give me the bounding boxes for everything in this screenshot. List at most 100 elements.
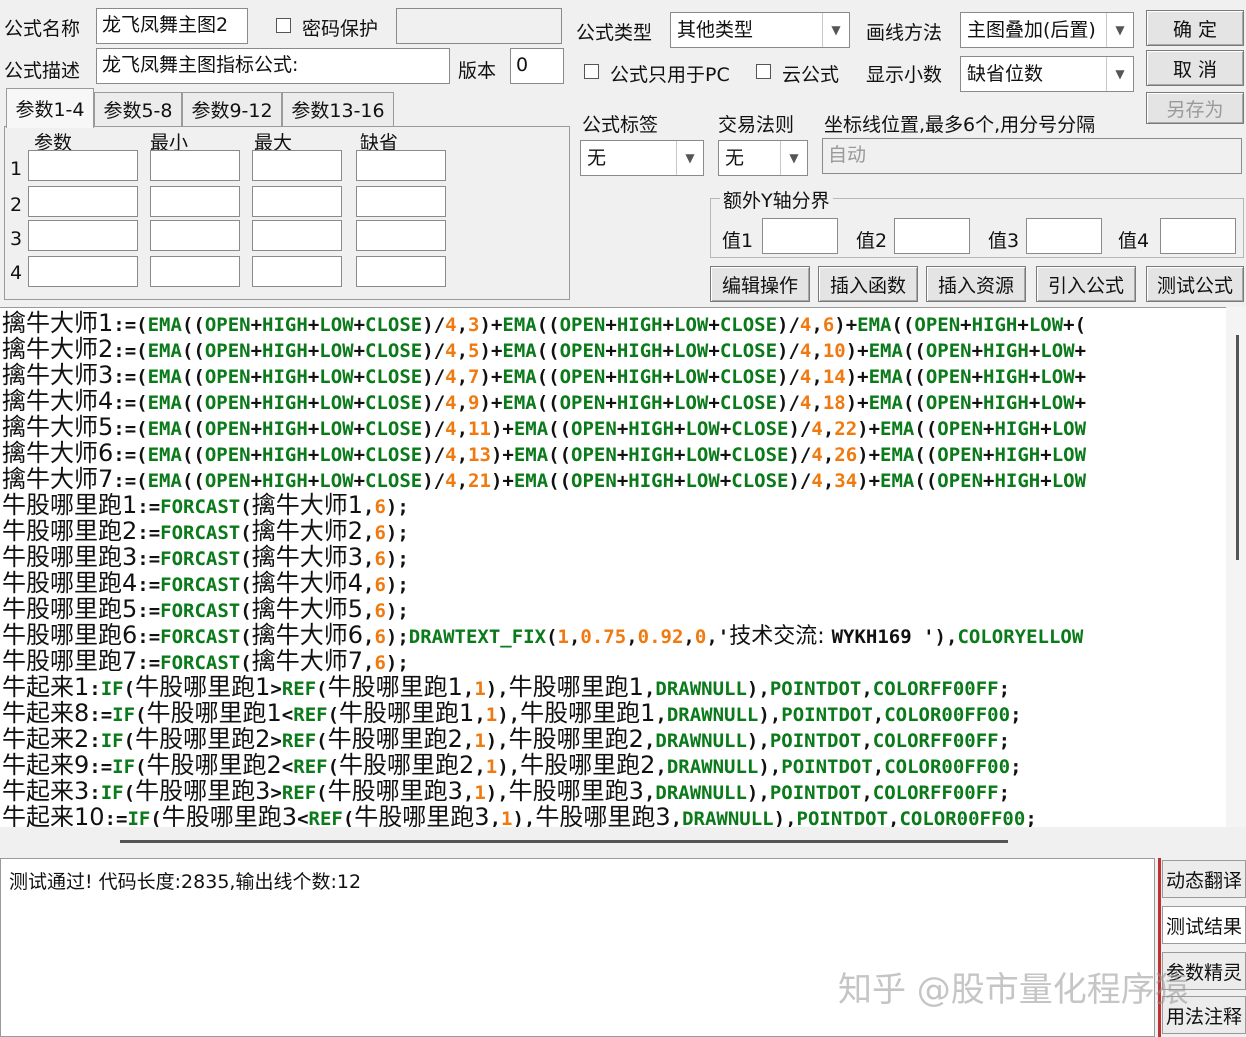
code-token: ,: [456, 340, 469, 362]
import-formula-button[interactable]: 引入公式: [1036, 266, 1136, 302]
formula-name-input[interactable]: 龙飞凤舞主图2: [96, 8, 248, 44]
code-token: )+: [479, 392, 503, 414]
code-token: FORCAST: [160, 574, 241, 596]
code-token: 牛股哪里跑1: [146, 699, 282, 727]
param-name-input-2[interactable]: [28, 186, 138, 217]
cancel-button[interactable]: 取 消: [1146, 50, 1244, 86]
param-min-input-2[interactable]: [150, 186, 240, 217]
test-result-button[interactable]: 测试结果: [1162, 906, 1246, 944]
code-token: 牛股哪里跑3: [135, 777, 271, 805]
param-name-input-4[interactable]: [28, 256, 138, 287]
param-min-input-1[interactable]: [150, 150, 240, 181]
code-token: ((: [902, 392, 926, 414]
test-formula-button[interactable]: 测试公式: [1146, 266, 1244, 302]
code-token: +: [353, 340, 366, 362]
yaxis-value-3-input[interactable]: [1026, 218, 1102, 254]
code-token: +: [605, 314, 617, 336]
code-token: EMA: [502, 366, 537, 388]
code-token: :: [89, 678, 101, 700]
code-token: 4: [811, 470, 823, 492]
param-max-input-2[interactable]: [252, 186, 342, 217]
code-token: ,: [362, 548, 375, 570]
insert-function-button[interactable]: 插入函数: [818, 266, 918, 302]
tab-params-5-8[interactable]: 参数5-8: [94, 92, 182, 126]
code-token: HIGH: [262, 418, 308, 440]
param-max-input-3[interactable]: [252, 220, 342, 251]
code-token: )+: [490, 470, 514, 492]
code-token: )+: [857, 418, 881, 440]
code-token: REF: [308, 808, 343, 828]
code-token: ((: [181, 418, 205, 440]
yaxis-value-1-input[interactable]: [762, 218, 838, 254]
axis-position-input[interactable]: 自动: [822, 138, 1242, 174]
decimals-select[interactable]: 缺省位数 ▼: [960, 56, 1134, 92]
code-line: 牛起来2:IF(牛股哪里跑2>REF(牛股哪里跑2,1),牛股哪里跑2,DRAW…: [2, 726, 1010, 752]
code-editor[interactable]: 擒牛大师1:=(EMA((OPEN+HIGH+LOW+CLOSE)/4,3)+E…: [0, 307, 1226, 828]
code-token: );: [385, 626, 409, 648]
yaxis-value-2-input[interactable]: [894, 218, 970, 254]
code-token: ,: [362, 600, 375, 622]
code-token: DRAWNULL: [655, 678, 747, 700]
code-token: 7: [468, 366, 480, 388]
param-min-input-4[interactable]: [150, 256, 240, 287]
draw-method-select[interactable]: 主图叠加(后置) ▼: [960, 12, 1134, 48]
code-token: 4: [445, 314, 457, 336]
code-token: FORCAST: [160, 626, 241, 648]
code-token: +: [1017, 314, 1029, 336]
code-token: CLOSE: [365, 392, 423, 414]
code-token: +: [307, 444, 320, 466]
code-token: 擒牛大师4: [2, 387, 114, 415]
code-horizontal-scroll-thumb[interactable]: [120, 840, 1008, 843]
param-max-input-4[interactable]: [252, 256, 342, 287]
formula-desc-input[interactable]: 龙飞凤舞主图指标公式:: [96, 48, 450, 84]
ok-button[interactable]: 确 定: [1146, 10, 1244, 46]
password-input[interactable]: [396, 8, 562, 44]
code-token: +: [353, 392, 366, 414]
code-token: 牛股哪里跑1: [339, 699, 475, 727]
password-checkbox[interactable]: [276, 18, 291, 33]
param-default-input-1[interactable]: [356, 150, 446, 181]
edit-ops-button[interactable]: 编辑操作: [710, 266, 810, 302]
tab-params-1-4[interactable]: 参数1-4: [6, 88, 94, 128]
yaxis-value-4-input[interactable]: [1160, 218, 1236, 254]
code-token: HIGH: [616, 392, 663, 414]
tag-select[interactable]: 无 ▼: [580, 140, 704, 176]
rule-select[interactable]: 无 ▼: [718, 140, 808, 176]
formula-type-select[interactable]: 其他类型 ▼: [670, 12, 850, 48]
code-token: CLOSE: [731, 470, 789, 492]
code-token: EMA: [502, 340, 537, 362]
code-token: )+: [479, 366, 503, 388]
tab-params-9-12[interactable]: 参数9-12: [182, 92, 282, 126]
code-token: ((: [181, 392, 205, 414]
code-token: +: [983, 470, 995, 492]
param-name-input-1[interactable]: [28, 150, 138, 181]
param-name-input-3[interactable]: [28, 220, 138, 251]
code-line: 牛股哪里跑2:=FORCAST(擒牛大师2,6);: [2, 518, 409, 544]
code-token: ),: [512, 808, 536, 828]
code-token: CLOSE: [719, 314, 778, 336]
code-token: IF: [112, 704, 136, 726]
code-token: )/: [788, 418, 812, 440]
pc-only-checkbox[interactable]: [584, 64, 599, 79]
param-min-input-3[interactable]: [150, 220, 240, 251]
code-token: (: [546, 626, 558, 648]
code-token: 牛股哪里跑1: [135, 673, 271, 701]
param-max-input-1[interactable]: [252, 150, 342, 181]
param-default-input-4[interactable]: [356, 256, 446, 287]
code-vertical-scroll-thumb[interactable]: [1236, 335, 1239, 560]
code-token: 6: [374, 496, 386, 518]
code-token: ,: [489, 808, 502, 828]
param-default-input-2[interactable]: [356, 186, 446, 217]
code-token: +: [307, 340, 320, 362]
cloud-checkbox[interactable]: [756, 64, 771, 79]
dynamic-translate-button[interactable]: 动态翻译: [1162, 860, 1246, 898]
version-input[interactable]: 0: [510, 48, 564, 84]
code-token: CLOSE: [719, 392, 778, 414]
save-as-button[interactable]: 另存为: [1146, 92, 1244, 124]
code-token: CLOSE: [719, 340, 778, 362]
insert-resource-button[interactable]: 插入资源: [926, 266, 1026, 302]
code-token: +: [983, 418, 995, 440]
tab-params-13-16[interactable]: 参数13-16: [282, 92, 394, 126]
param-default-input-3[interactable]: [356, 220, 446, 251]
code-token: 牛股哪里跑3: [535, 803, 671, 828]
